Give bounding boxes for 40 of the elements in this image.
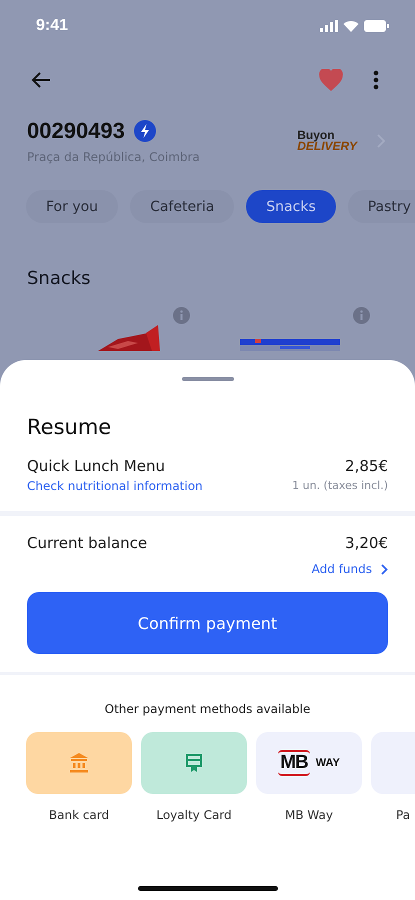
payment-method-label: Pa <box>395 808 410 822</box>
item-price: 2,85€ <box>345 457 388 475</box>
category-tab[interactable]: For you <box>26 190 118 223</box>
payment-method-label: Loyalty Card <box>156 808 232 822</box>
unit-note: 1 un. (taxes incl.) <box>292 479 388 492</box>
status-time: 9:41 <box>36 17 68 35</box>
mb-way-logo: MB WAY <box>278 750 340 776</box>
payment-method-label: MB Way <box>285 808 333 822</box>
card-icon <box>183 752 205 774</box>
payment-method-tile[interactable]: MB WAY <box>256 732 362 794</box>
balance-label: Current balance <box>27 534 148 552</box>
balance-amount: 3,20€ <box>345 534 388 552</box>
wifi-icon <box>343 20 359 32</box>
drag-handle[interactable] <box>182 377 234 381</box>
store-id: 00290493 <box>27 118 125 144</box>
category-tab[interactable]: Pastry <box>348 190 415 223</box>
add-funds-link[interactable]: Add funds <box>312 562 388 576</box>
bank-icon <box>68 752 90 774</box>
sheet-title: Resume <box>26 414 112 439</box>
battery-icon <box>364 20 389 32</box>
category-tab[interactable]: Snacks <box>246 190 336 223</box>
section-title: Snacks <box>26 267 92 289</box>
signal-icon <box>320 20 338 32</box>
other-methods-title: Other payment methods available <box>104 701 312 716</box>
payment-method-tile[interactable] <box>26 732 132 794</box>
lightning-icon <box>134 120 156 142</box>
info-icon[interactable] <box>173 307 190 324</box>
category-tab[interactable]: Cafeteria <box>130 190 234 223</box>
heart-icon[interactable] <box>319 69 343 91</box>
item-name: Quick Lunch Menu <box>27 457 166 475</box>
delivery-logo[interactable]: Buyon DELIVERY <box>297 130 357 152</box>
nutrition-link[interactable]: Check nutritional information <box>27 479 203 493</box>
more-options-icon[interactable] <box>373 70 379 90</box>
info-icon[interactable] <box>353 307 370 324</box>
confirm-payment-button[interactable]: Confirm payment <box>27 592 388 654</box>
back-arrow-icon[interactable] <box>30 71 52 89</box>
payment-method-label: Bank card <box>48 808 110 822</box>
payment-method-tile[interactable] <box>141 732 247 794</box>
store-address: Praça da República, Coimbra <box>27 150 201 164</box>
chevron-right-icon <box>381 564 388 574</box>
